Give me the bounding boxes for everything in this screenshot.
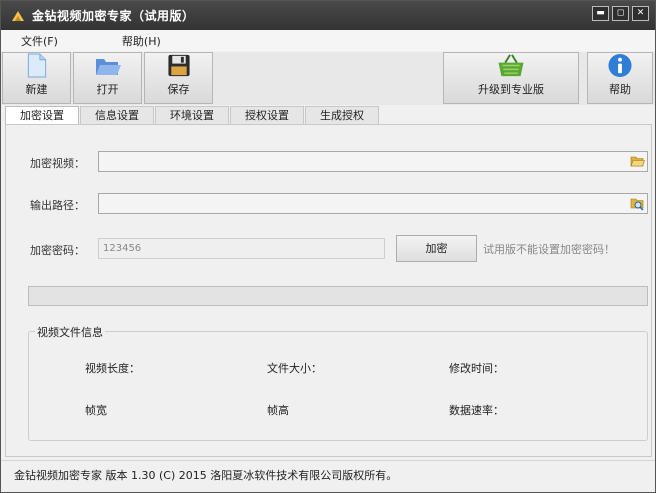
frame-height-label: 帧高 [267, 404, 289, 417]
browse-output-button[interactable] [628, 195, 646, 212]
tab-strip: 加密设置 信息设置 环境设置 授权设置 生成授权 [5, 106, 380, 125]
output-path-input[interactable] [98, 193, 648, 214]
modified-label: 修改时间： [449, 362, 504, 375]
folder-open-icon [95, 59, 121, 75]
encrypt-progress-bar [28, 286, 648, 306]
video-info-title: 视频文件信息 [35, 324, 105, 340]
maximize-button[interactable]: ◻ [612, 6, 629, 21]
new-button-label: 新建 [25, 83, 48, 96]
open-button-label: 打开 [96, 83, 119, 96]
data-rate-label: 数据速率： [449, 404, 504, 417]
toolbar: 新建 打开 保存 升级到专业版 帮助 [1, 52, 655, 105]
tab-encrypt-settings[interactable]: 加密设置 [5, 106, 79, 125]
password-input[interactable]: 123456 [98, 238, 385, 259]
app-logo-icon [12, 10, 24, 21]
new-file-icon [27, 53, 46, 78]
minimize-button[interactable]: ▬ [592, 6, 609, 21]
filesize-label: 文件大小： [267, 362, 322, 375]
upgrade-button-label: 升级到专业版 [478, 83, 544, 96]
video-label: 加密视频： [30, 157, 85, 170]
tab-info-settings[interactable]: 信息设置 [80, 106, 154, 125]
menu-bar: 文件(F) 帮助(H) [1, 30, 655, 51]
encrypt-settings-panel: 加密视频： 输出路径： 加密密码： 123456 加密 试用版不能设置加密密码！… [5, 124, 652, 457]
save-button-label: 保存 [167, 83, 190, 96]
save-button[interactable]: 保存 [144, 52, 213, 104]
frame-width-label: 帧宽 [85, 404, 107, 417]
tab-license-settings[interactable]: 授权设置 [230, 106, 304, 125]
encrypt-button[interactable]: 加密 [396, 235, 477, 262]
trial-note: 试用版不能设置加密密码！ [483, 243, 615, 256]
menu-file[interactable]: 文件(F) [11, 33, 68, 49]
floppy-disk-icon [167, 54, 190, 77]
folder-search-icon [630, 198, 643, 210]
info-icon [608, 53, 632, 78]
browse-video-button[interactable] [628, 153, 646, 170]
output-label: 输出路径： [30, 199, 85, 212]
window-title: 金钻视频加密专家（试用版） [32, 9, 195, 23]
shopping-basket-icon [498, 54, 524, 77]
upgrade-button[interactable]: 升级到专业版 [443, 52, 579, 104]
duration-label: 视频长度： [85, 362, 140, 375]
tab-environment-settings[interactable]: 环境设置 [155, 106, 229, 125]
new-button[interactable]: 新建 [2, 52, 71, 104]
password-label: 加密密码： [30, 244, 85, 257]
open-button[interactable]: 打开 [73, 52, 142, 104]
help-button-label: 帮助 [609, 83, 631, 96]
app-window: 金钻视频加密专家（试用版） ▬ ◻ ✕ 文件(F) 帮助(H) 新建 打开 保存… [0, 0, 656, 493]
status-bar: 金钻视频加密专家 版本 1.30 (C) 2015 洛阳夏冰软件技术有限公司版权… [1, 460, 655, 492]
close-button[interactable]: ✕ [632, 6, 649, 21]
video-info-group: 视频文件信息 视频长度： 文件大小： 修改时间： 帧宽 帧高 数据速率： [28, 324, 648, 441]
tab-generate-license[interactable]: 生成授权 [305, 106, 379, 125]
help-button[interactable]: 帮助 [587, 52, 653, 104]
menu-help[interactable]: 帮助(H) [112, 33, 171, 49]
folder-icon [630, 156, 645, 167]
title-bar[interactable]: 金钻视频加密专家（试用版） ▬ ◻ ✕ [1, 1, 655, 30]
window-controls: ▬ ◻ ✕ [592, 6, 649, 21]
video-path-input[interactable] [98, 151, 648, 172]
